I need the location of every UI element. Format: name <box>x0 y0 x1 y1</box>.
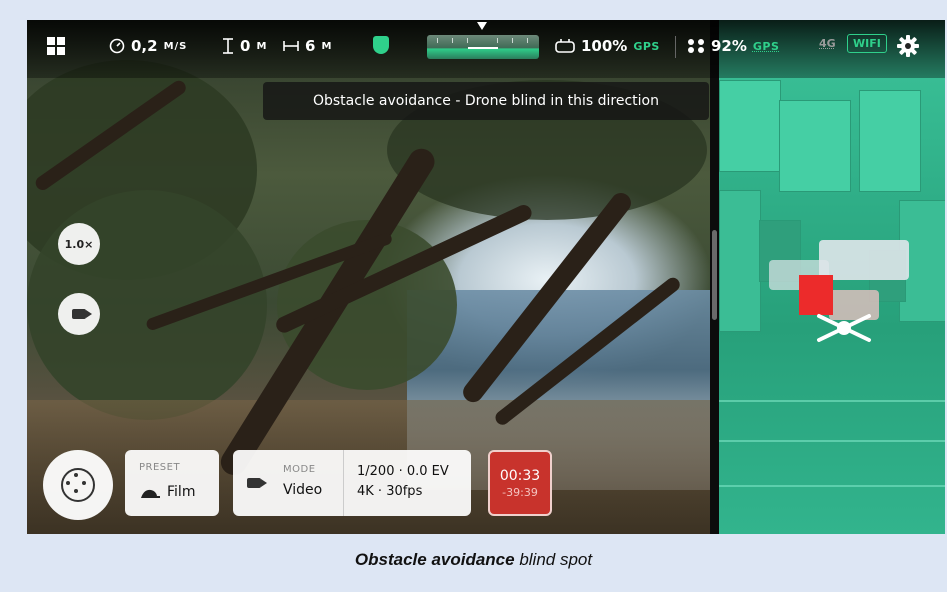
height-unit: M <box>256 40 268 52</box>
attitude-tick <box>467 38 468 43</box>
map-tile <box>779 100 851 192</box>
attitude-tick <box>527 38 528 43</box>
menu-grid-button[interactable] <box>47 37 65 55</box>
drone-icon <box>817 314 871 342</box>
grid-menu-icon <box>47 37 65 55</box>
drone-small-icon <box>688 39 704 53</box>
obstacle-map-view[interactable] <box>719 20 945 534</box>
attitude-indicator <box>427 35 539 59</box>
speed-unit: M/S <box>163 40 188 52</box>
speed-value: 0,2 <box>131 37 158 55</box>
mode-value: Video <box>283 482 323 498</box>
resolution-value[interactable]: 4K · 30fps <box>357 484 422 499</box>
mode-settings-panel[interactable]: MODE Video 1/200 · 0.0 EV 4K · 30fps <box>233 450 471 516</box>
map-grid-line <box>719 400 945 402</box>
figure-caption: Obstacle avoidance blind spot <box>0 550 947 570</box>
controller-battery-indicator: 100% GPS <box>555 37 660 55</box>
distance-value: 6 <box>305 37 316 55</box>
banner-text: Obstacle avoidance - Drone blind in this… <box>312 93 659 109</box>
preset-selector[interactable]: PRESET Film <box>125 450 219 516</box>
preset-value: Film <box>167 484 196 500</box>
heading-pointer-icon <box>477 22 487 30</box>
shield-icon <box>373 36 389 54</box>
controller-battery-value: 100% <box>581 37 628 55</box>
video-camera-icon <box>72 309 92 319</box>
attitude-tick <box>437 38 438 43</box>
preset-caption: PRESET <box>139 462 181 473</box>
wifi-label: WIFI <box>847 34 887 53</box>
video-mode-icon <box>247 478 267 488</box>
status-bar: 0,2 M/S 0M 6M 100% GPS 92% GPS 4G WIFI <box>27 20 945 78</box>
zoom-button[interactable]: 1.0× <box>58 223 100 265</box>
controller-gps-label: GPS <box>633 39 660 53</box>
turtle-icon <box>141 489 160 498</box>
attitude-tick <box>512 38 513 43</box>
joystick-button[interactable] <box>43 450 113 520</box>
map-grid-line <box>719 440 945 442</box>
joystick-icon <box>61 468 95 502</box>
distance-indicator: 6M <box>283 37 332 55</box>
caption-bold: Obstacle avoidance <box>354 550 515 569</box>
network-4g-label: 4G <box>819 37 836 50</box>
camera-mode-button[interactable] <box>58 293 100 335</box>
height-value: 0 <box>240 37 251 55</box>
map-sky-patch <box>819 240 909 280</box>
map-tile <box>719 80 781 172</box>
divider-handle[interactable] <box>712 230 717 320</box>
horizon-wing <box>468 47 498 49</box>
map-tile <box>719 190 761 332</box>
attitude-tick <box>497 38 498 43</box>
map-tile <box>859 90 921 192</box>
controller-icon <box>555 39 575 53</box>
distance-unit: M <box>321 40 333 52</box>
network-4g-indicator: 4G <box>819 37 836 50</box>
distance-icon <box>283 41 299 51</box>
record-elapsed-time: 00:33 <box>499 467 541 484</box>
status-divider <box>675 36 676 58</box>
caption-rest: blind spot <box>514 550 593 569</box>
drone-app-frame: 0,2 M/S 0M 6M 100% GPS 92% GPS 4G WIFI O… <box>27 20 945 534</box>
drone-gps-label: GPS <box>752 39 780 53</box>
exposure-value[interactable]: 1/200 · 0.0 EV <box>357 464 449 479</box>
record-remaining-time: -39:39 <box>502 485 538 499</box>
wifi-indicator[interactable]: WIFI <box>847 34 887 53</box>
height-indicator: 0M <box>222 37 267 55</box>
obstacle-avoidance-toggle[interactable] <box>373 36 389 54</box>
record-button[interactable]: 00:33 -39:39 <box>488 450 552 516</box>
speedometer-icon <box>109 38 125 54</box>
obstacle-warning-banner: Obstacle avoidance - Drone blind in this… <box>263 82 709 120</box>
mode-caption: MODE <box>283 464 316 475</box>
attitude-tick <box>452 38 453 43</box>
split-divider[interactable] <box>710 20 719 534</box>
drone-battery-indicator: 92% GPS <box>687 37 779 55</box>
height-icon <box>223 38 233 54</box>
speed-indicator: 0,2 M/S <box>109 37 187 55</box>
map-grid-line <box>719 485 945 487</box>
drone-battery-value: 92% <box>711 37 747 55</box>
gear-icon <box>897 35 919 57</box>
panel-divider <box>343 450 344 516</box>
settings-button[interactable] <box>897 35 919 57</box>
zoom-label: 1.0× <box>64 237 94 251</box>
